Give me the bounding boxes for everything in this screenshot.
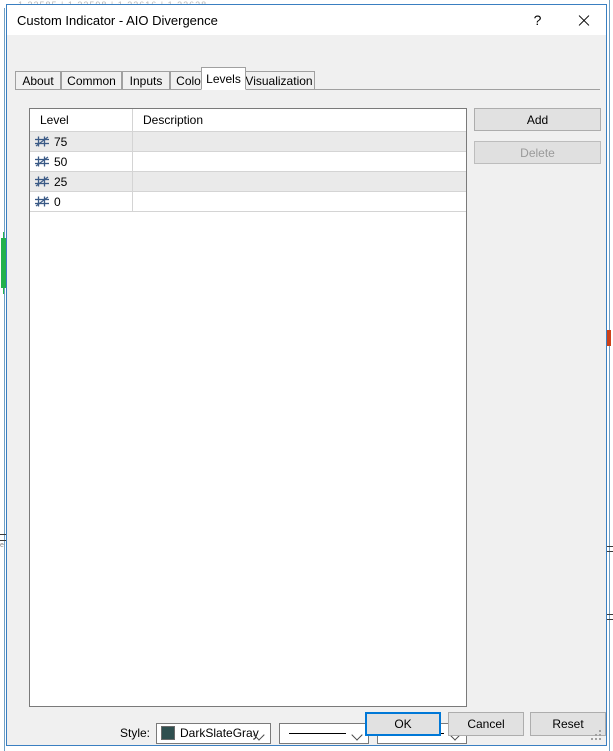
tab-label: Common (67, 73, 116, 88)
level-line-icon (35, 196, 49, 207)
add-button-label: Add (526, 112, 549, 127)
resize-grip[interactable] (591, 730, 603, 742)
green-candle-wick (3, 232, 4, 294)
cell-level[interactable]: 25 (30, 172, 133, 191)
dialog-footer: OK Cancel Reset (7, 703, 606, 745)
level-value: 75 (54, 134, 68, 149)
tab-inputs[interactable]: Inputs (122, 71, 170, 90)
chart-gridline-right (609, 0, 610, 751)
level-value: 50 (54, 154, 68, 169)
tab-levels[interactable]: Levels (201, 67, 246, 90)
levels-grid[interactable]: Level Description 75 50 25 0 (29, 108, 467, 707)
level-line-icon (35, 156, 49, 167)
chart-label-left: e (0, 542, 4, 549)
ok-button-label: OK (394, 717, 412, 731)
chart-tick-right (607, 614, 613, 615)
tab-common[interactable]: Common (61, 71, 122, 90)
tab-about[interactable]: About (15, 71, 61, 90)
level-value: 25 (54, 174, 68, 189)
cell-description[interactable] (133, 132, 466, 151)
title-bar: Custom Indicator - AIO Divergence ? (7, 5, 606, 35)
chart-tick-right (607, 619, 613, 620)
reset-button-label: Reset (552, 717, 584, 731)
cell-description[interactable] (133, 192, 466, 211)
level-value: 0 (54, 194, 61, 209)
delete-button[interactable]: Delete (474, 141, 601, 164)
window-title: Custom Indicator - AIO Divergence (17, 12, 218, 28)
tab-label: Levels (206, 71, 241, 86)
table-row[interactable]: 50 (30, 152, 466, 172)
add-button[interactable]: Add (474, 108, 601, 131)
tab-label: Visualization (245, 73, 313, 88)
close-icon (577, 14, 590, 27)
cell-description[interactable] (133, 152, 466, 171)
chart-gridline-left (4, 8, 5, 751)
column-header-level[interactable]: Level (30, 109, 133, 131)
cancel-button[interactable]: Cancel (448, 712, 524, 736)
table-row[interactable]: 0 (30, 192, 466, 212)
dialog-body: About Common Inputs Colors Levels Visual… (7, 35, 606, 745)
level-line-icon (35, 176, 49, 187)
cell-level[interactable]: 75 (30, 132, 133, 151)
cell-level[interactable]: 0 (30, 192, 133, 211)
table-row[interactable]: 25 (30, 172, 466, 192)
delete-button-label: Delete (520, 145, 555, 160)
chart-tick-right (607, 546, 613, 547)
tab-strip: About Common Inputs Colors Levels Visual… (15, 67, 598, 90)
question-mark-icon: ? (533, 12, 542, 28)
title-bar-buttons: ? (515, 5, 606, 35)
tab-visualization[interactable]: Visualization (243, 71, 315, 90)
column-header-description[interactable]: Description (133, 109, 466, 131)
table-row[interactable]: 75 (30, 132, 466, 152)
tab-label: Inputs (129, 73, 163, 88)
column-header-label: Level (40, 113, 69, 127)
chart-tick-right (607, 551, 613, 552)
tab-label: About (22, 73, 54, 88)
close-button[interactable] (560, 5, 606, 35)
ok-button[interactable]: OK (365, 712, 441, 736)
cancel-button-label: Cancel (467, 717, 505, 731)
grid-header-row: Level Description (30, 109, 466, 132)
levels-panel: Level Description 75 50 25 0 Add Delete … (15, 89, 601, 744)
column-header-label: Description (143, 113, 204, 127)
custom-indicator-dialog: Custom Indicator - AIO Divergence ? Abou… (6, 4, 607, 746)
cell-level[interactable]: 50 (30, 152, 133, 171)
level-line-icon (35, 136, 49, 147)
red-candle (607, 330, 611, 346)
help-button[interactable]: ? (515, 5, 560, 35)
cell-description[interactable] (133, 172, 466, 191)
